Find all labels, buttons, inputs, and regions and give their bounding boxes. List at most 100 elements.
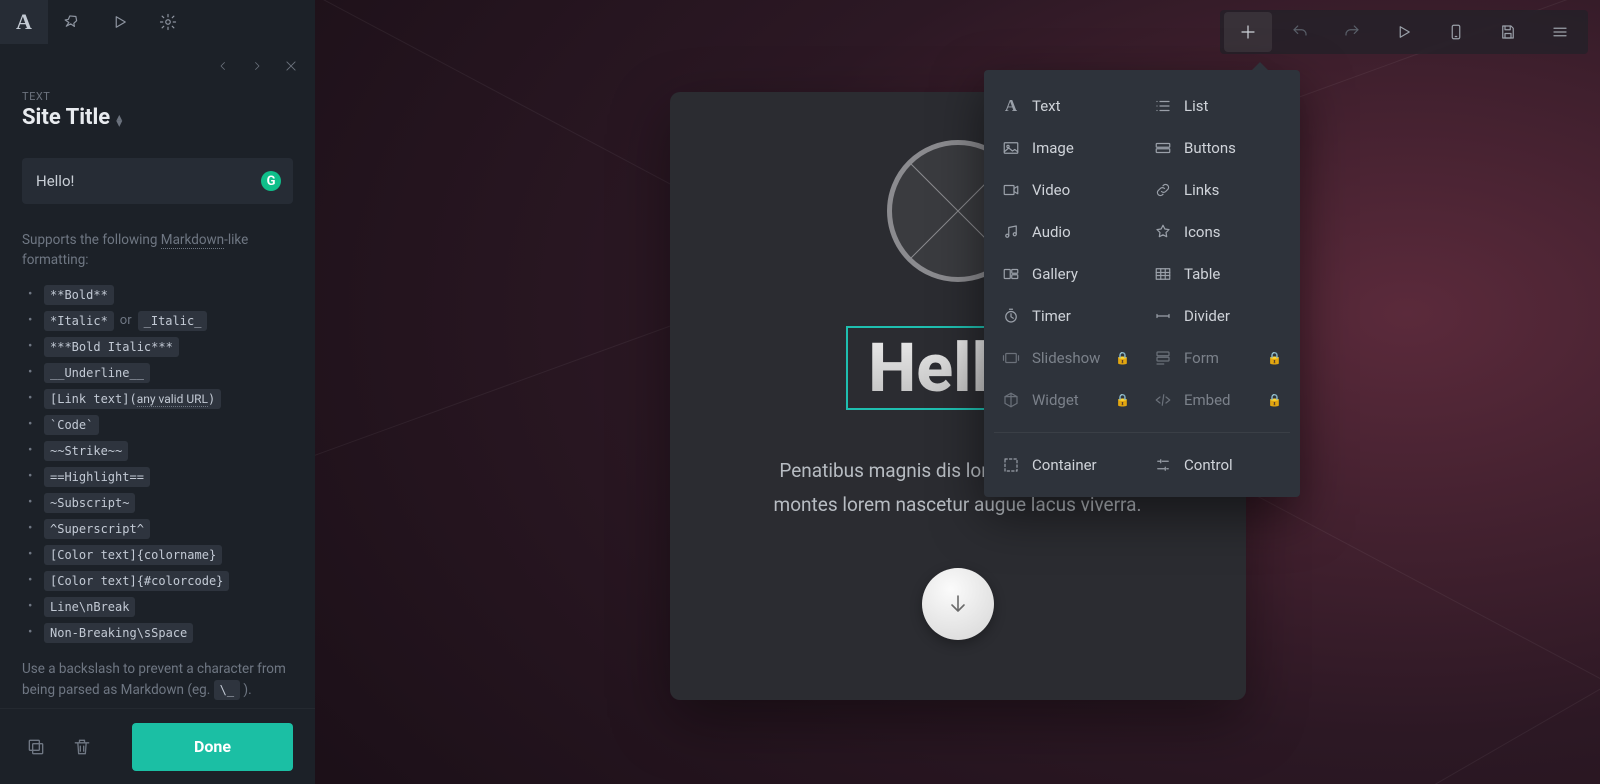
add-text[interactable]: A Text (994, 86, 1138, 126)
table-icon (1154, 265, 1172, 283)
grammarly-badge-icon[interactable]: G (261, 171, 281, 191)
markdown-chip: [Link text](any valid URL) (44, 389, 221, 409)
add-video[interactable]: Video (994, 170, 1138, 210)
preview-button[interactable] (1380, 12, 1428, 52)
lock-icon: 🔒 (1115, 351, 1130, 365)
text-icon: A (1002, 97, 1020, 115)
menu-button[interactable] (1536, 12, 1584, 52)
add-control[interactable]: Control (1146, 445, 1290, 485)
duplicate-button[interactable] (22, 733, 50, 761)
add-table[interactable]: Table (1146, 254, 1290, 294)
list-icon (1154, 97, 1172, 115)
undo-icon (1291, 23, 1309, 41)
tab-play[interactable] (96, 0, 144, 44)
add-item-label: Divider (1184, 307, 1230, 325)
close-icon (284, 59, 298, 73)
markdown-chip: ~~Strike~~ (44, 441, 128, 461)
add-item-label: Text (1032, 97, 1061, 115)
text-input[interactable]: Hello! G (22, 158, 293, 204)
gear-icon (159, 13, 177, 31)
undo-button[interactable] (1276, 12, 1324, 52)
add-container[interactable]: Container (994, 445, 1138, 485)
canvas[interactable]: Hello! Penatibus magnis dis lorem nisl p… (315, 0, 1600, 784)
done-button[interactable]: Done (132, 723, 293, 771)
add-image[interactable]: Image (994, 128, 1138, 168)
timer-icon (1002, 307, 1020, 325)
help-or: or (120, 313, 132, 328)
text-icon: A (15, 13, 33, 31)
add-divider[interactable]: Divider (1146, 296, 1290, 336)
markdown-chip: ==Highlight== (44, 467, 150, 487)
gallery-icon (1002, 265, 1020, 283)
add-gallery[interactable]: Gallery (994, 254, 1138, 294)
markdown-chip: Non-Breaking\sSpace (44, 623, 193, 643)
video-icon (1002, 181, 1020, 199)
section-label: TEXT (22, 90, 293, 103)
popover-divider (994, 432, 1290, 433)
lock-icon: 🔒 (1267, 351, 1282, 365)
trash-icon (72, 737, 92, 757)
widget-icon (1002, 391, 1020, 409)
plus-icon (1239, 23, 1257, 41)
element-title[interactable]: Site Title (22, 105, 110, 130)
image-icon (1002, 139, 1020, 157)
add-timer[interactable]: Timer (994, 296, 1138, 336)
help-item: ^Superscript^ (22, 519, 293, 539)
add-form[interactable]: Form 🔒 (1146, 338, 1290, 378)
inspector-panel: A TEXT Site Title ▴▾ Hello! (0, 0, 315, 784)
mobile-icon (1447, 23, 1465, 41)
markdown-chip: **Bold** (44, 285, 114, 305)
save-icon (1499, 23, 1517, 41)
add-item-label: Form (1184, 349, 1219, 367)
scroll-down-button[interactable] (922, 568, 994, 640)
add-list[interactable]: List (1146, 86, 1290, 126)
help-item: *Italic*or_Italic_ (22, 311, 293, 331)
markdown-link[interactable]: Markdown (161, 232, 224, 249)
inspector-nav (0, 50, 315, 82)
markdown-chip: ~Subscript~ (44, 493, 135, 513)
add-item-label: Slideshow (1032, 349, 1100, 367)
add-item-label: Video (1032, 181, 1070, 199)
redo-button[interactable] (1328, 12, 1376, 52)
divider-icon (1154, 307, 1172, 325)
nav-next[interactable] (245, 54, 269, 78)
redo-icon (1343, 23, 1361, 41)
container-icon (1002, 456, 1020, 474)
add-buttons[interactable]: Buttons (1146, 128, 1290, 168)
help-item: Non-Breaking\sSpace (22, 623, 293, 643)
play-icon (1395, 23, 1413, 41)
add-item-label: Control (1184, 456, 1233, 474)
add-audio[interactable]: Audio (994, 212, 1138, 252)
delete-button[interactable] (68, 733, 96, 761)
add-icons[interactable]: Icons (1146, 212, 1290, 252)
add-item-label: Buttons (1184, 139, 1236, 157)
escape-chip: \_ (214, 680, 240, 700)
device-toggle-button[interactable] (1432, 12, 1480, 52)
markdown-chip: [Color text]{#colorcode} (44, 571, 229, 591)
save-button[interactable] (1484, 12, 1532, 52)
arrow-down-icon (946, 592, 970, 616)
buttons-icon (1154, 139, 1172, 157)
text-input-value: Hello! (36, 172, 74, 190)
add-slideshow[interactable]: Slideshow 🔒 (994, 338, 1138, 378)
help-item: ~~Strike~~ (22, 441, 293, 461)
title-sort-caret[interactable]: ▴▾ (116, 112, 122, 124)
nav-prev[interactable] (211, 54, 235, 78)
add-links[interactable]: Links (1146, 170, 1290, 210)
tab-pin[interactable] (48, 0, 96, 44)
top-toolbar (1220, 10, 1588, 54)
tab-text[interactable]: A (0, 0, 48, 44)
inspector-footer: Done (0, 708, 315, 784)
add-widget[interactable]: Widget 🔒 (994, 380, 1138, 420)
add-item-label: Container (1032, 456, 1097, 474)
inspector-tabs: A (0, 0, 315, 44)
add-item-label: Widget (1032, 391, 1079, 409)
nav-close[interactable] (279, 54, 303, 78)
add-element-button[interactable] (1224, 12, 1272, 52)
tab-settings[interactable] (144, 0, 192, 44)
add-item-label: Icons (1184, 223, 1221, 241)
markdown-help-outro: Use a backslash to prevent a character f… (22, 659, 293, 702)
add-embed[interactable]: Embed🔒 (1146, 380, 1290, 420)
lock-icon: 🔒 (1115, 393, 1130, 407)
links-icon (1154, 181, 1172, 199)
